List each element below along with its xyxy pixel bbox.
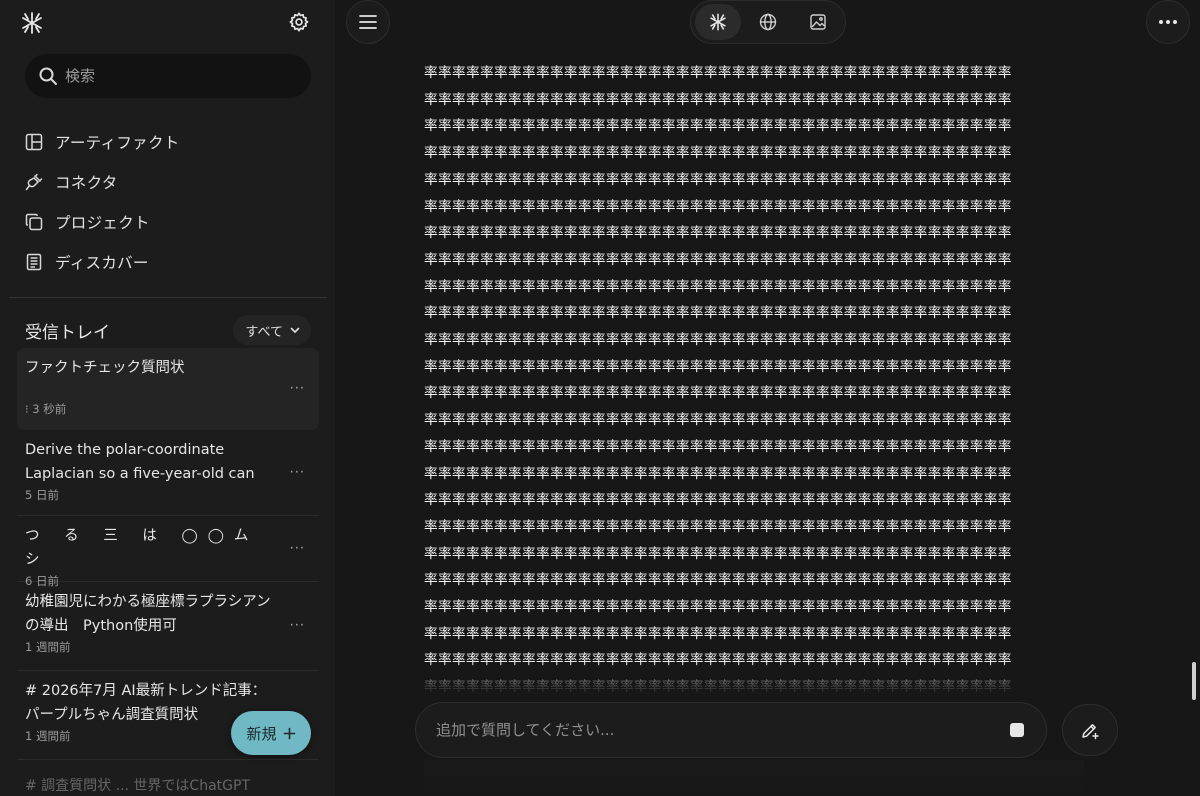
new-chat-compose-button[interactable] bbox=[1062, 704, 1118, 756]
nav-label: プロジェクト bbox=[55, 214, 150, 232]
search-input[interactable] bbox=[65, 67, 285, 85]
nav-item-artifacts[interactable]: アーティファクト bbox=[25, 122, 315, 162]
inbox-item-title: つ る 三 は ◯◯ム シ bbox=[25, 528, 259, 568]
gear-icon bbox=[289, 12, 309, 32]
sidebar-bottom: # 調査質問状 ... 世界ではChatGPT bbox=[0, 760, 335, 796]
stop-icon[interactable] bbox=[1010, 723, 1024, 737]
inbox-item[interactable]: 幼稚園児にわかる極座標ラプラシアンの導出 Python使用可 1 週間前 ··· bbox=[17, 582, 319, 671]
inbox-filter-dropdown[interactable]: すべて bbox=[233, 315, 311, 345]
inbox-list: ファクトチェック質問状 ⁝ 3 秒前 ··· Derive the polar-… bbox=[17, 348, 319, 760]
search-box[interactable] bbox=[25, 54, 311, 98]
inbox-item-title: Derive the polar-coordinate Laplacian so… bbox=[25, 442, 255, 482]
artifact-icon bbox=[25, 133, 43, 151]
globe-icon bbox=[759, 13, 777, 31]
new-chat-label: 新規 bbox=[246, 724, 277, 743]
settings-button[interactable] bbox=[286, 9, 312, 35]
nav-label: アーティファクト bbox=[55, 134, 180, 152]
response-fade bbox=[424, 660, 1094, 700]
inbox-item-time: ⁝ 3 秒前 bbox=[25, 402, 67, 416]
nav-item-projects[interactable]: プロジェクト bbox=[25, 202, 315, 242]
image-mode-button[interactable] bbox=[795, 4, 841, 40]
plug-icon bbox=[25, 173, 43, 191]
spark-logo-icon[interactable] bbox=[19, 10, 45, 36]
inbox-item[interactable]: Derive the polar-coordinate Laplacian so… bbox=[17, 430, 319, 516]
sidebar: アーティファクト コネクタ プロジェクト bbox=[0, 0, 335, 796]
new-chat-button[interactable]: 新規 bbox=[231, 711, 311, 755]
inbox-item[interactable]: ファクトチェック質問状 ⁝ 3 秒前 ··· bbox=[17, 348, 319, 430]
item-more-button[interactable]: ··· bbox=[290, 619, 305, 634]
inbox-item-title: ファクトチェック質問状 bbox=[25, 360, 185, 376]
chevron-down-icon bbox=[290, 327, 300, 333]
inbox-item-peek: # 調査質問状 ... 世界ではChatGPT bbox=[25, 778, 250, 794]
hamburger-icon bbox=[359, 15, 377, 29]
app-window: アーティファクト コネクタ プロジェクト bbox=[0, 0, 1200, 796]
sidebar-nav: アーティファクト コネクタ プロジェクト ディスカバー bbox=[25, 122, 315, 282]
item-more-button[interactable]: ··· bbox=[290, 465, 305, 480]
inbox-item-title: 幼稚園児にわかる極座標ラプラシアンの導出 Python使用可 bbox=[25, 594, 271, 634]
more-options-button[interactable] bbox=[1146, 0, 1190, 44]
image-icon bbox=[810, 14, 826, 30]
inbox-item-time: 5 日前 bbox=[25, 488, 59, 502]
web-mode-button[interactable] bbox=[745, 4, 791, 40]
search-icon bbox=[39, 67, 57, 85]
menu-button[interactable] bbox=[346, 0, 390, 44]
scrollbar-thumb[interactable] bbox=[1192, 662, 1196, 700]
newspaper-icon bbox=[26, 253, 42, 271]
inbox-title: 受信トレイ bbox=[25, 322, 110, 343]
spark-logo-icon bbox=[710, 13, 726, 31]
nav-item-discover[interactable]: ディスカバー bbox=[25, 242, 315, 282]
item-more-button[interactable]: ··· bbox=[290, 381, 305, 396]
plus-icon bbox=[283, 727, 295, 739]
folders-icon bbox=[25, 213, 43, 231]
spark-mode-button[interactable] bbox=[695, 4, 741, 40]
response-text: 率率率率率率率率率率率率率率率率率率率率率率率率率率率率率率率率率率率率率率率率… bbox=[424, 65, 1012, 695]
inbox-item[interactable]: つ る 三 は ◯◯ム シ 6 日前 ··· bbox=[17, 516, 319, 588]
composer bbox=[415, 702, 1047, 758]
item-more-button[interactable]: ··· bbox=[290, 541, 305, 556]
composer-input[interactable] bbox=[436, 721, 976, 739]
ellipsis-icon bbox=[1159, 20, 1177, 24]
nav-label: ディスカバー bbox=[55, 254, 149, 272]
response-area: 率率率率率率率率率率率率率率率率率率率率率率率率率率率率率率率率率率率率率率率率… bbox=[424, 60, 1094, 700]
filter-label: すべて bbox=[245, 324, 283, 340]
nav-item-connectors[interactable]: コネクタ bbox=[25, 162, 315, 202]
sidebar-divider bbox=[9, 297, 327, 298]
mode-switcher bbox=[690, 0, 846, 44]
nav-label: コネクタ bbox=[55, 174, 118, 192]
composer-backdrop bbox=[424, 760, 1084, 796]
inbox-item-time: 1 週間前 bbox=[25, 640, 71, 654]
pen-plus-icon bbox=[1082, 724, 1099, 740]
inbox-header: 受信トレイ すべて bbox=[25, 314, 311, 346]
